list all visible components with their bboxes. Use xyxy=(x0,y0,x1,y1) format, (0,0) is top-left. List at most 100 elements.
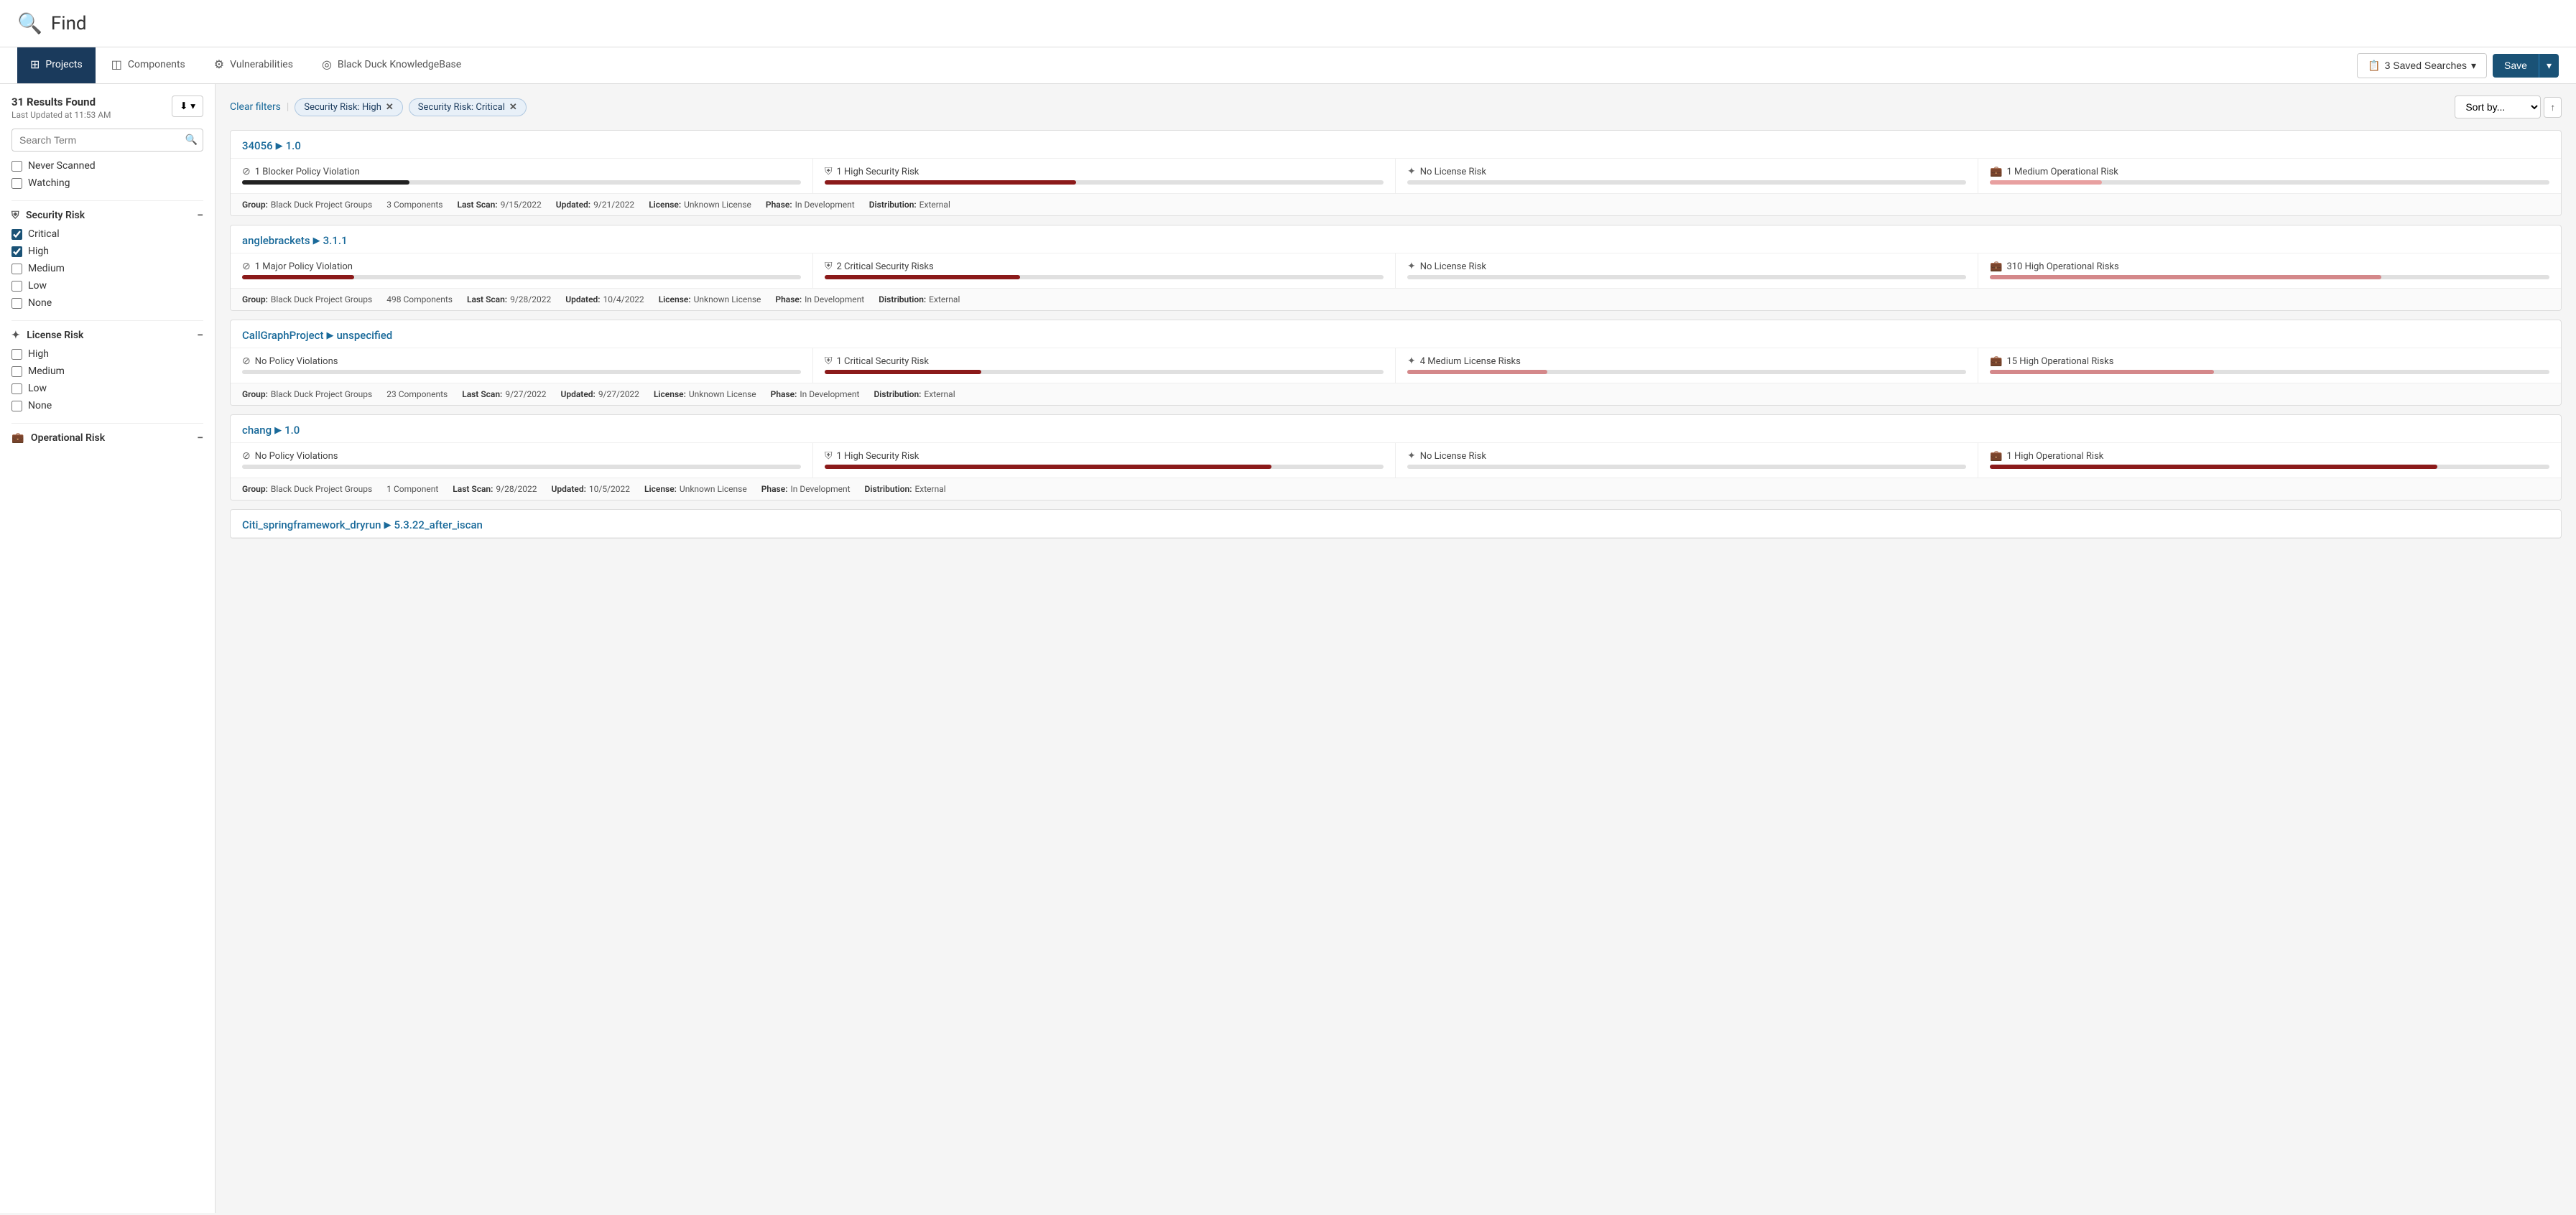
watching-check[interactable] xyxy=(11,178,22,189)
license-medium-label: Medium xyxy=(28,366,65,377)
metric-icon-proj2-0: ⊘ xyxy=(242,261,251,272)
tab-components[interactable]: ◫ Components xyxy=(98,47,198,83)
operational-risk-collapse-button[interactable]: − xyxy=(197,432,203,444)
save-button[interactable]: Save xyxy=(2493,54,2539,78)
project-card-proj5: Citi_springframework_dryrun ▶ 5.3.22_aft… xyxy=(230,509,2562,539)
watching-checkbox[interactable]: Watching xyxy=(11,177,203,189)
metric-bar-proj1-0 xyxy=(242,180,409,185)
license-medium-check[interactable] xyxy=(11,366,22,377)
metric-cell-proj3-0: ⊘ No Policy Violations xyxy=(231,348,813,383)
security-low-checkbox[interactable]: Low xyxy=(11,280,203,292)
tab-knowledgebase-label: Black Duck KnowledgeBase xyxy=(338,59,461,70)
license-medium-checkbox[interactable]: Medium xyxy=(11,366,203,377)
metric-label-proj4-2: ✦ No License Risk xyxy=(1407,450,1966,462)
metric-cell-proj3-2: ✦ 4 Medium License Risks xyxy=(1396,348,1978,383)
projects-icon: ⊞ xyxy=(30,57,40,71)
license-high-checkbox[interactable]: High xyxy=(11,348,203,360)
save-button-group: Save ▾ xyxy=(2493,54,2559,78)
security-critical-check[interactable] xyxy=(11,229,22,240)
meta-phase-proj3: Phase: In Development xyxy=(771,389,860,399)
metric-text-proj3-2: 4 Medium License Risks xyxy=(1420,356,1521,367)
meta-group-proj1: Group: Black Duck Project Groups xyxy=(242,200,372,210)
saved-searches-icon: 📋 xyxy=(2368,60,2380,72)
project-link-proj1[interactable]: 34056 ▶ 1.0 xyxy=(242,139,2549,152)
security-none-check[interactable] xyxy=(11,298,22,309)
metric-text-proj4-2: No License Risk xyxy=(1420,451,1486,462)
security-critical-checkbox[interactable]: Critical xyxy=(11,228,203,240)
project-name-proj4: chang xyxy=(242,424,272,437)
header-title: Find xyxy=(51,13,87,34)
license-none-checkbox[interactable]: None xyxy=(11,400,203,411)
meta-components-proj2: 498 Components xyxy=(386,294,453,304)
license-none-check[interactable] xyxy=(11,401,22,411)
meta-components-proj1: 3 Components xyxy=(386,200,443,210)
meta-updated-proj4: Updated: 10/5/2022 xyxy=(552,484,630,494)
security-high-check[interactable] xyxy=(11,246,22,257)
tab-vulnerabilities[interactable]: ⚙ Vulnerabilities xyxy=(201,47,306,83)
never-scanned-checkbox[interactable]: Never Scanned xyxy=(11,160,203,172)
project-link-proj3[interactable]: CallGraphProject ▶ unspecified xyxy=(242,329,2549,342)
metric-bar-proj3-2 xyxy=(1407,370,1547,374)
metric-text-proj1-2: No License Risk xyxy=(1420,167,1486,177)
metric-cell-proj4-3: 💼 1 High Operational Risk xyxy=(1978,443,2561,478)
sort-select[interactable]: Sort by... xyxy=(2455,96,2541,118)
metric-icon-proj4-2: ✦ xyxy=(1407,450,1416,462)
metric-label-proj1-1: ⛨ 1 High Security Risk xyxy=(825,166,1384,177)
meta-license-proj4: License: Unknown License xyxy=(644,484,747,494)
metric-label-proj2-0: ⊘ 1 Major Policy Violation xyxy=(242,261,801,272)
security-medium-check[interactable] xyxy=(11,264,22,274)
export-chevron-icon: ▾ xyxy=(190,101,195,112)
results-info: 31 Results Found Last Updated at 11:53 A… xyxy=(11,96,111,120)
project-card-header-proj5: Citi_springframework_dryrun ▶ 5.3.22_aft… xyxy=(231,510,2561,538)
metric-text-proj2-1: 2 Critical Security Risks xyxy=(837,261,934,272)
metric-cell-proj1-0: ⊘ 1 Blocker Policy Violation xyxy=(231,159,813,193)
license-high-check[interactable] xyxy=(11,349,22,360)
license-risk-section: ✦ License Risk − High Medium Low None xyxy=(11,320,203,411)
metric-cell-proj2-1: ⛨ 2 Critical Security Risks xyxy=(813,253,1396,288)
metric-text-proj4-3: 1 High Operational Risk xyxy=(2006,451,2103,462)
save-dropdown-button[interactable]: ▾ xyxy=(2539,54,2559,78)
project-link-proj4[interactable]: chang ▶ 1.0 xyxy=(242,424,2549,437)
security-medium-checkbox[interactable]: Medium xyxy=(11,263,203,274)
filter-tag-high-remove[interactable]: ✕ xyxy=(386,102,394,113)
saved-searches-button[interactable]: 📋 3 Saved Searches ▾ xyxy=(2357,53,2487,78)
watching-label: Watching xyxy=(28,177,70,189)
sort-asc-button[interactable]: ↑ xyxy=(2544,97,2562,118)
search-icon[interactable]: 🔍 xyxy=(185,134,198,146)
metric-cell-proj1-2: ✦ No License Risk xyxy=(1396,159,1978,193)
security-risk-collapse-button[interactable]: − xyxy=(197,210,203,221)
project-card-header-proj4: chang ▶ 1.0 xyxy=(231,415,2561,443)
project-card-header-proj1: 34056 ▶ 1.0 xyxy=(231,131,2561,159)
meta-lastscan-proj4: Last Scan: 9/28/2022 xyxy=(453,484,537,494)
metric-icon-proj2-2: ✦ xyxy=(1407,261,1416,272)
project-card-proj4: chang ▶ 1.0 ⊘ No Policy Violations ⛨ 1 H… xyxy=(230,414,2562,501)
license-risk-collapse-button[interactable]: − xyxy=(197,330,203,341)
license-low-check[interactable] xyxy=(11,383,22,394)
project-version-proj1: 1.0 xyxy=(286,139,301,152)
metric-text-proj4-0: No Policy Violations xyxy=(255,451,338,462)
metric-label-proj2-3: 💼 310 High Operational Risks xyxy=(1990,261,2549,272)
security-low-check[interactable] xyxy=(11,281,22,292)
filter-tag-critical-remove[interactable]: ✕ xyxy=(509,102,517,113)
license-risk-icon: ✦ xyxy=(11,330,20,341)
tab-projects[interactable]: ⊞ Projects xyxy=(17,47,96,83)
never-scanned-check[interactable] xyxy=(11,161,22,172)
security-high-checkbox[interactable]: High xyxy=(11,246,203,257)
project-version-proj2: 3.1.1 xyxy=(323,234,348,247)
metric-cell-proj1-1: ⛨ 1 High Security Risk xyxy=(813,159,1396,193)
search-input[interactable] xyxy=(11,129,203,152)
license-low-checkbox[interactable]: Low xyxy=(11,383,203,394)
project-name-proj1: 34056 xyxy=(242,139,273,152)
metric-label-proj3-2: ✦ 4 Medium License Risks xyxy=(1407,355,1966,367)
metric-label-proj3-1: ⛨ 1 Critical Security Risk xyxy=(825,355,1384,367)
project-link-proj5[interactable]: Citi_springframework_dryrun ▶ 5.3.22_aft… xyxy=(242,518,2549,531)
export-button[interactable]: ⬇ ▾ xyxy=(172,96,203,117)
meta-lastscan-proj1: Last Scan: 9/15/2022 xyxy=(457,200,541,210)
project-link-proj2[interactable]: anglebrackets ▶ 3.1.1 xyxy=(242,234,2549,247)
meta-lastscan-proj3: Last Scan: 9/27/2022 xyxy=(462,389,546,399)
project-metrics-proj2: ⊘ 1 Major Policy Violation ⛨ 2 Critical … xyxy=(231,253,2561,288)
tab-knowledgebase[interactable]: ◎ Black Duck KnowledgeBase xyxy=(309,47,474,83)
clear-filters-link[interactable]: Clear filters xyxy=(230,101,281,113)
project-name-proj2: anglebrackets xyxy=(242,234,310,247)
security-none-checkbox[interactable]: None xyxy=(11,297,203,309)
